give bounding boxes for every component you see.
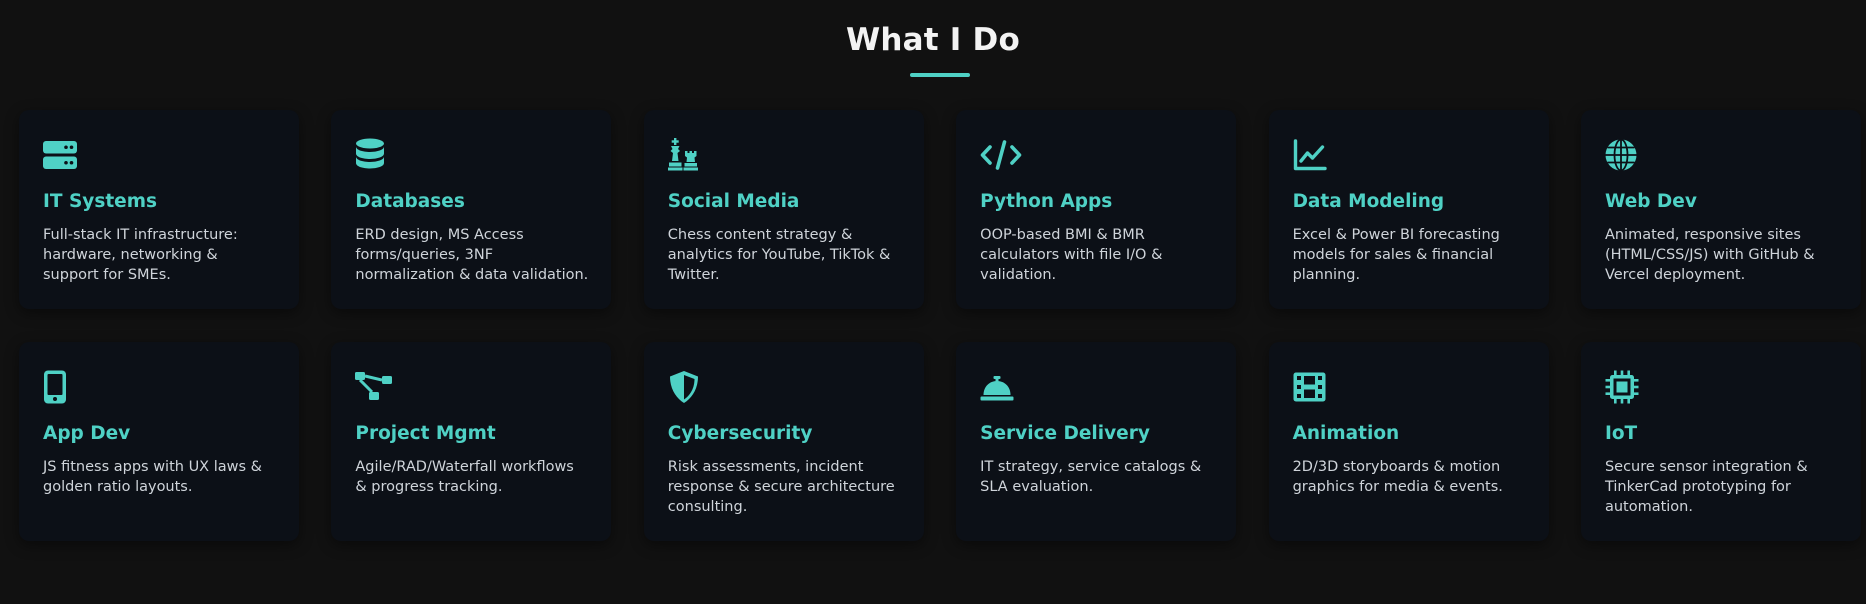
service-title: Web Dev: [1604, 191, 1697, 212]
chart-line-icon: [1293, 138, 1327, 172]
service-card-web-dev: Web Dev Animated, responsive sites (HTML…: [1580, 110, 1861, 309]
service-card-databases: Databases ERD design, MS Access forms/qu…: [331, 110, 612, 309]
service-description: Chess content strategy & analytics for Y…: [667, 227, 891, 283]
film-icon: [1293, 370, 1327, 404]
server-icon: [43, 138, 77, 172]
service-card-data-modeling: Data Modeling Excel & Power BI forecasti…: [1268, 110, 1549, 309]
service-title: Python Apps: [980, 191, 1113, 212]
service-title: Project Mgmt: [355, 423, 496, 444]
service-title: Service Delivery: [980, 423, 1150, 444]
service-description: Agile/RAD/Waterfall workflows & progress…: [355, 459, 574, 495]
service-description: IT strategy, service catalogs & SLA eval…: [980, 459, 1202, 495]
shield-icon: [668, 370, 702, 404]
service-title: Databases: [355, 191, 465, 212]
service-description: Excel & Power BI forecasting models for …: [1292, 227, 1500, 283]
service-description: Secure sensor integration & TinkerCad pr…: [1604, 459, 1808, 515]
concierge-bell-icon: [980, 370, 1014, 404]
service-card-social-media: Social Media Chess content strategy & an…: [643, 110, 924, 309]
service-title: App Dev: [43, 423, 131, 444]
service-description: OOP-based BMI & BMR calculators with fil…: [980, 227, 1163, 283]
service-card-python-apps: Python Apps OOP-based BMI & BMR calculat…: [956, 110, 1237, 309]
service-description: Risk assessments, incident response & se…: [667, 459, 895, 515]
services-grid: IT Systems Full-stack IT infrastructure:…: [19, 110, 1861, 541]
database-icon: [355, 138, 389, 172]
service-description: JS fitness apps with UX laws & golden ra…: [43, 459, 262, 495]
service-title: IT Systems: [43, 191, 158, 212]
service-card-project-mgmt: Project Mgmt Agile/RAD/Waterfall workflo…: [331, 342, 612, 541]
microchip-icon: [1605, 370, 1639, 404]
service-title: IoT: [1604, 423, 1638, 444]
project-diagram-icon: [355, 370, 393, 404]
service-card-service-delivery: Service Delivery IT strategy, service ca…: [956, 342, 1237, 541]
service-card-iot: IoT Secure sensor integration & TinkerCa…: [1580, 342, 1861, 541]
service-card-it-systems: IT Systems Full-stack IT infrastructure:…: [19, 110, 299, 309]
title-underline: [910, 73, 970, 77]
chess-icon: [667, 138, 702, 172]
service-description: Animated, responsive sites (HTML/CSS/JS)…: [1604, 227, 1815, 283]
section-title: What I Do: [846, 22, 1020, 58]
service-title: Data Modeling: [1292, 191, 1445, 212]
service-title: Animation: [1292, 423, 1400, 444]
service-description: 2D/3D storyboards & motion graphics for …: [1292, 459, 1503, 495]
code-icon: [980, 138, 1022, 172]
service-card-cybersecurity: Cybersecurity Risk assessments, incident…: [643, 342, 924, 541]
mobile-icon: [43, 370, 77, 404]
globe-icon: [1605, 138, 1639, 172]
service-description: Full-stack IT infrastructure: hardware, …: [43, 227, 238, 283]
service-card-app-dev: App Dev JS fitness apps with UX laws & g…: [19, 342, 299, 541]
service-card-animation: Animation 2D/3D storyboards & motion gra…: [1268, 342, 1549, 541]
service-description: ERD design, MS Access forms/queries, 3NF…: [355, 227, 589, 283]
service-title: Cybersecurity: [667, 423, 813, 444]
service-title: Social Media: [667, 191, 800, 212]
